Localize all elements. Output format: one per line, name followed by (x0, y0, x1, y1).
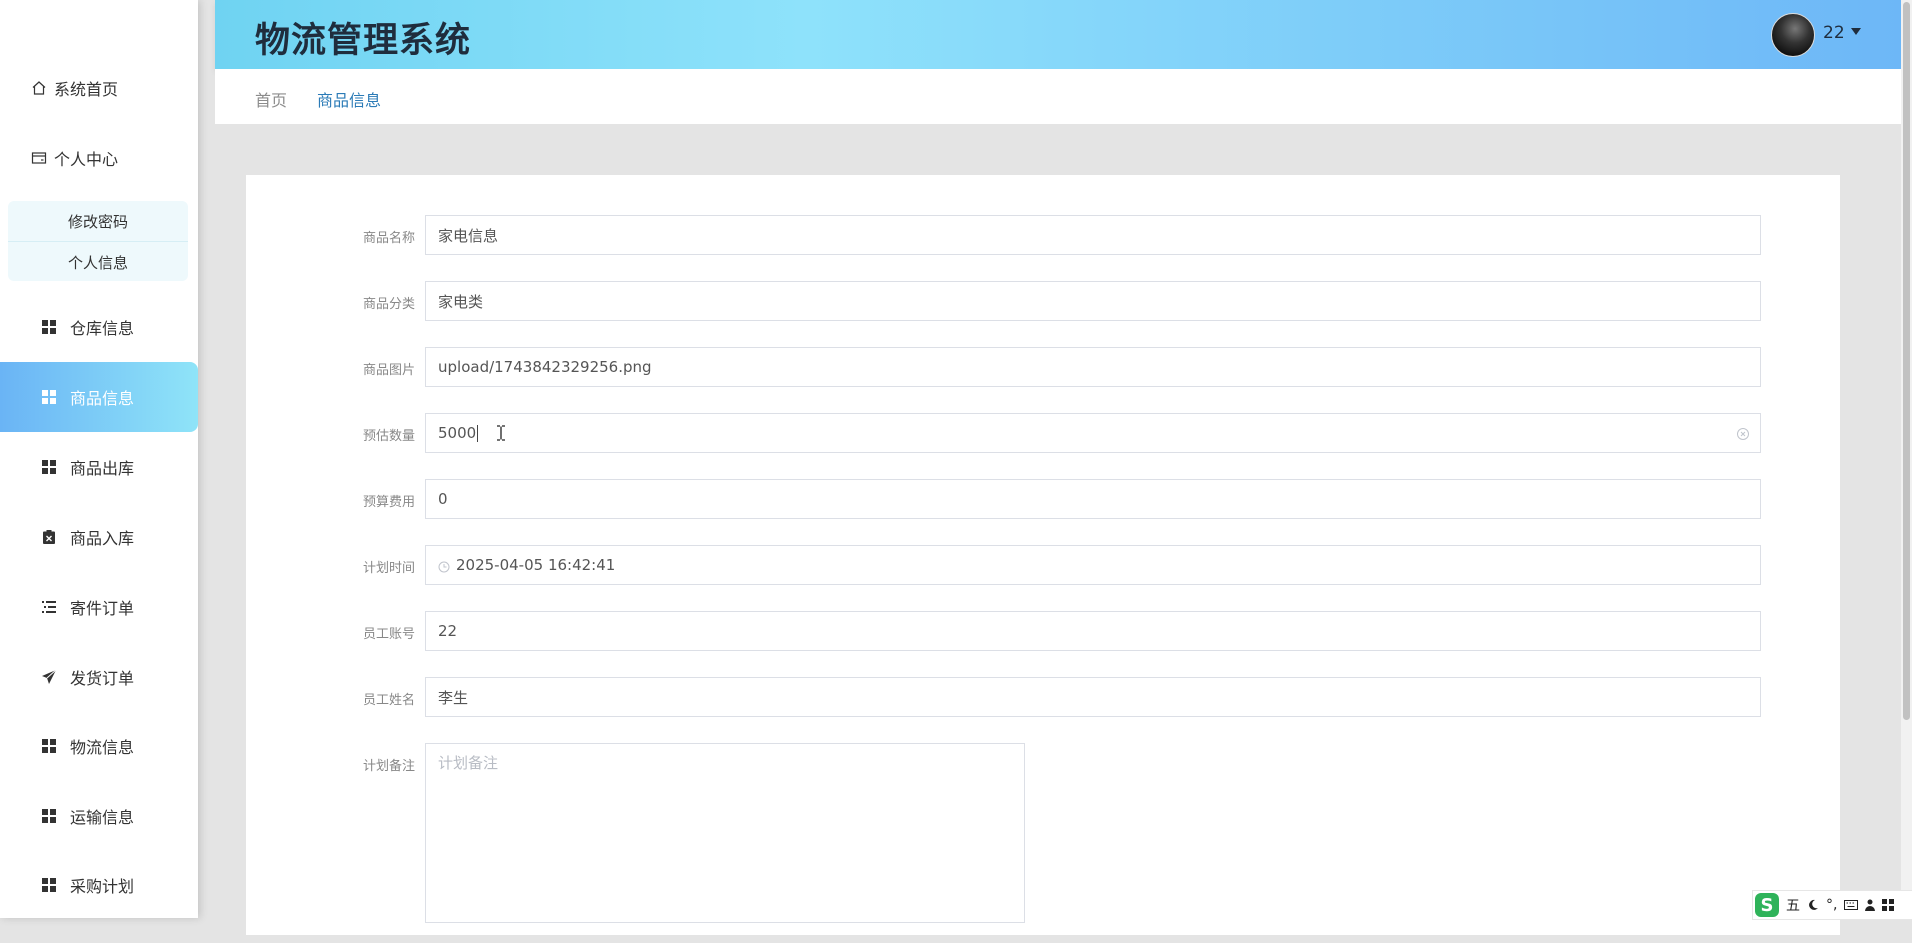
user-icon[interactable] (1865, 899, 1876, 911)
form-row-plan-time: 计划时间 2025-04-05 16:42:41 (246, 545, 1840, 585)
form-row-goods-name: 商品名称 家电信息 (246, 215, 1840, 255)
grid-icon (40, 876, 58, 894)
breadcrumb-current: 商品信息 (317, 91, 382, 110)
breadcrumb-home[interactable]: 首页 (255, 87, 287, 111)
sidebar-item-home[interactable]: 系统首页 (0, 53, 198, 123)
form-label: 预估数量 (362, 429, 415, 444)
sidebar-item-delivery-orders[interactable]: 发货订单 (0, 642, 198, 712)
submenu-item-personal-info[interactable]: 个人信息 (8, 241, 188, 282)
text-caret (477, 424, 479, 442)
ime-mode[interactable]: 五 (1786, 895, 1800, 915)
sidebar-item-transport[interactable]: 运输信息 (0, 781, 198, 851)
grid-icon (40, 318, 58, 336)
form-label: 商品分类 (362, 297, 415, 312)
keyboard-icon[interactable] (1844, 900, 1859, 910)
submenu-item-change-password[interactable]: 修改密码 (8, 201, 188, 241)
personal-center-submenu: 修改密码 个人信息 (8, 201, 188, 281)
goods-form-card: 商品名称 家电信息 商品分类 家电类 商品图片 upload/174384232… (246, 175, 1840, 935)
input-value: 家电类 (438, 292, 484, 311)
grid-icon (40, 807, 58, 825)
sidebar-item-warehouse[interactable]: 仓库信息 (0, 292, 198, 362)
grid-icon (40, 737, 58, 755)
input-value: 0 (438, 490, 448, 508)
form-row-budget: 预算费用 0 (246, 479, 1840, 519)
top-header: 物流管理系统 22 (215, 0, 1901, 69)
goods-name-input[interactable]: 家电信息 (425, 215, 1761, 255)
caret-down-icon[interactable] (1851, 28, 1861, 35)
form-label: 员工账号 (362, 627, 415, 642)
sidebar-item-send-orders[interactable]: 寄件订单 (0, 572, 198, 642)
page-scrollbar[interactable] (1901, 0, 1912, 918)
plan-remark-textarea[interactable]: 计划备注 (425, 743, 1025, 923)
sidebar-item-goods[interactable]: 商品信息 (0, 362, 198, 432)
form-label: 商品图片 (362, 363, 415, 378)
apps-icon[interactable] (1882, 899, 1895, 911)
input-value: 5000 (438, 424, 477, 442)
wallet-icon (30, 149, 48, 167)
scrollbar-thumb[interactable] (1903, 2, 1910, 720)
app-title: 物流管理系统 (255, 21, 472, 61)
sidebar-item-label: 商品出库 (70, 459, 135, 478)
sidebar-item-label: 采购计划 (70, 877, 135, 896)
sidebar: 系统首页 个人中心 修改密码 个人信息 仓库信息 商品信息 商品出库 商品入库 (0, 0, 198, 918)
home-icon (30, 79, 48, 97)
form-label: 商品名称 (362, 231, 415, 246)
breadcrumb: 首页 商品信息 (215, 69, 1901, 124)
sidebar-item-label: 商品信息 (70, 389, 135, 408)
sidebar-item-label: 个人中心 (54, 150, 119, 169)
sidebar-item-label: 发货订单 (70, 669, 135, 688)
sidebar-item-label: 系统首页 (54, 80, 119, 99)
form-row-employee-name: 员工姓名 李生 (246, 677, 1840, 717)
ime-logo[interactable]: S (1755, 893, 1779, 917)
form-row-estimated-quantity: 预估数量 5000 (246, 413, 1840, 453)
sidebar-item-goods-inbound[interactable]: 商品入库 (0, 502, 198, 572)
estimated-quantity-input[interactable]: 5000 (425, 413, 1761, 453)
employee-name-input[interactable]: 李生 (425, 677, 1761, 717)
input-value: upload/1743842329256.png (438, 358, 652, 376)
sidebar-item-label: 运输信息 (70, 808, 135, 827)
form-label: 计划时间 (362, 561, 415, 576)
ime-toolbar: S 五 °, (1752, 890, 1912, 920)
clear-icon[interactable] (1736, 427, 1750, 441)
list-icon (40, 598, 58, 616)
employee-account-input[interactable]: 22 (425, 611, 1761, 651)
form-row-employee-account: 员工账号 22 (246, 611, 1840, 651)
moon-icon[interactable] (1807, 899, 1819, 911)
input-value: 李生 (438, 688, 469, 707)
budget-input[interactable]: 0 (425, 479, 1761, 519)
input-value: 2025-04-05 16:42:41 (456, 556, 616, 574)
sidebar-item-personal-center[interactable]: 个人中心 (0, 123, 198, 193)
sidebar-item-label: 物流信息 (70, 738, 135, 757)
grid-icon (40, 458, 58, 476)
form-row-goods-category: 商品分类 家电类 (246, 281, 1840, 321)
plan-time-picker[interactable]: 2025-04-05 16:42:41 (425, 545, 1761, 585)
grid-icon (40, 388, 58, 406)
sidebar-item-label: 寄件订单 (70, 599, 135, 618)
sidebar-item-purchase-plan[interactable]: 采购计划 (0, 850, 198, 920)
input-value: 22 (438, 622, 458, 640)
user-name[interactable]: 22 (1823, 23, 1845, 43)
form-label: 预算费用 (362, 495, 415, 510)
sidebar-item-goods-outbound[interactable]: 商品出库 (0, 432, 198, 502)
clock-icon (438, 559, 450, 573)
sidebar-item-label: 商品入库 (70, 529, 135, 548)
goods-category-input[interactable]: 家电类 (425, 281, 1761, 321)
sidebar-item-label: 仓库信息 (70, 319, 135, 338)
form-row-goods-image: 商品图片 upload/1743842329256.png (246, 347, 1840, 387)
paper-plane-icon (40, 668, 58, 686)
input-value: 家电信息 (438, 226, 499, 245)
goods-image-input[interactable]: upload/1743842329256.png (425, 347, 1761, 387)
form-row-plan-remark: 计划备注 计划备注 (246, 743, 1840, 943)
form-label: 员工姓名 (362, 693, 415, 708)
ime-punctuation[interactable]: °, (1826, 897, 1837, 913)
clipboard-x-icon (40, 528, 58, 546)
user-avatar[interactable] (1771, 13, 1815, 57)
form-label: 计划备注 (362, 759, 415, 774)
sidebar-item-logistics[interactable]: 物流信息 (0, 711, 198, 781)
